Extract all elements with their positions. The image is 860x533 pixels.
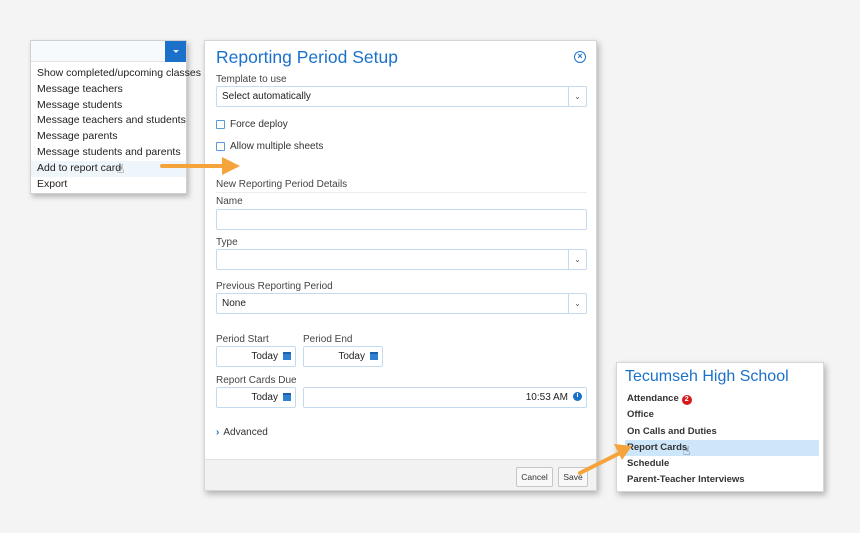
school-item-parent-teacher[interactable]: Parent-Teacher Interviews: [625, 472, 819, 488]
period-start-value: Today: [251, 351, 278, 362]
dropdown-header[interactable]: [31, 41, 186, 62]
school-item-attendance[interactable]: Attendance 2: [625, 391, 819, 407]
clock-icon[interactable]: [573, 392, 582, 401]
school-menu: Attendance 2 Office On Calls and Duties R…: [625, 391, 819, 489]
school-item-report-cards[interactable]: Report Cards ☝: [625, 439, 819, 458]
notification-badge: 2: [681, 395, 692, 405]
section-title: New Reporting Period Details: [216, 179, 587, 193]
due-date-input[interactable]: Today: [216, 387, 296, 408]
menu-item-message-teachers[interactable]: Message teachers: [31, 82, 186, 98]
force-deploy-label: Force deploy: [230, 119, 288, 130]
force-deploy-checkbox[interactable]: Force deploy: [216, 119, 288, 130]
school-item-on-calls[interactable]: On Calls and Duties: [625, 424, 819, 440]
school-menu-panel: Tecumseh High School Attendance 2 Office …: [616, 362, 824, 492]
menu-item-show-classes[interactable]: Show completed/upcoming classes: [31, 66, 201, 82]
calendar-icon[interactable]: [370, 352, 378, 360]
actions-dropdown: Show completed/upcoming classes Message …: [30, 40, 201, 194]
school-item-label: Attendance: [627, 393, 679, 404]
close-icon[interactable]: ×: [574, 51, 586, 63]
menu-item-message-parents[interactable]: Message parents: [31, 129, 186, 145]
template-label: Template to use: [216, 74, 287, 85]
previous-period-value: None: [222, 298, 246, 309]
template-select[interactable]: Select automatically ⌄: [216, 86, 587, 107]
menu-item-add-to-report-card[interactable]: Add to report card ☝: [31, 160, 186, 177]
menu-item-message-students-parents[interactable]: Message students and parents: [31, 145, 186, 161]
dropdown-toggle-button[interactable]: [165, 41, 186, 62]
chevron-down-icon[interactable]: ⌄: [568, 294, 586, 313]
dialog-footer: Cancel Save: [205, 459, 596, 490]
reporting-period-dialog: Reporting Period Setup × Template to use…: [204, 40, 597, 491]
chevron-down-icon[interactable]: ⌄: [568, 87, 586, 106]
advanced-toggle[interactable]: › Advanced: [216, 427, 268, 438]
dialog-title: Reporting Period Setup: [216, 47, 398, 67]
hand-cursor-icon: ☝: [117, 161, 125, 176]
save-button[interactable]: Save: [558, 467, 588, 487]
allow-multiple-sheets-checkbox[interactable]: Allow multiple sheets: [216, 141, 323, 152]
menu-item-message-students[interactable]: Message students: [31, 98, 186, 114]
school-item-label: Report Cards: [627, 441, 688, 453]
checkbox-icon[interactable]: [216, 142, 225, 151]
dropdown-menu: Show completed/upcoming classes Message …: [31, 62, 201, 193]
type-label: Type: [216, 237, 238, 248]
advanced-label: Advanced: [223, 427, 268, 438]
previous-period-select[interactable]: None ⌄: [216, 293, 587, 314]
due-time-value: 10:53 AM: [525, 392, 568, 403]
period-start-input[interactable]: Today: [216, 346, 296, 367]
type-select[interactable]: ⌄: [216, 249, 587, 270]
period-end-value: Today: [338, 351, 365, 362]
allow-multiple-label: Allow multiple sheets: [230, 141, 324, 152]
period-end-label: Period End: [303, 334, 353, 345]
due-time-input[interactable]: 10:53 AM: [303, 387, 587, 408]
cancel-button[interactable]: Cancel: [516, 467, 553, 487]
menu-item-message-teachers-students[interactable]: Message teachers and students: [31, 113, 186, 129]
school-item-office[interactable]: Office: [625, 407, 819, 423]
checkbox-icon[interactable]: [216, 120, 225, 129]
chevron-down-icon[interactable]: ⌄: [568, 250, 586, 269]
name-input[interactable]: [216, 209, 587, 230]
due-label: Report Cards Due: [216, 375, 297, 386]
chevron-right-icon: ›: [216, 427, 220, 438]
menu-item-label: Add to report card: [37, 161, 122, 174]
school-title: Tecumseh High School: [625, 368, 789, 385]
period-end-input[interactable]: Today: [303, 346, 383, 367]
due-date-value: Today: [251, 392, 278, 403]
calendar-icon[interactable]: [283, 352, 291, 360]
calendar-icon[interactable]: [283, 393, 291, 401]
school-item-schedule[interactable]: Schedule: [625, 456, 819, 472]
name-label: Name: [216, 196, 243, 207]
period-start-label: Period Start: [216, 334, 269, 345]
template-value: Select automatically: [222, 91, 311, 102]
previous-period-label: Previous Reporting Period: [216, 281, 333, 292]
menu-item-export[interactable]: Export: [31, 177, 186, 193]
